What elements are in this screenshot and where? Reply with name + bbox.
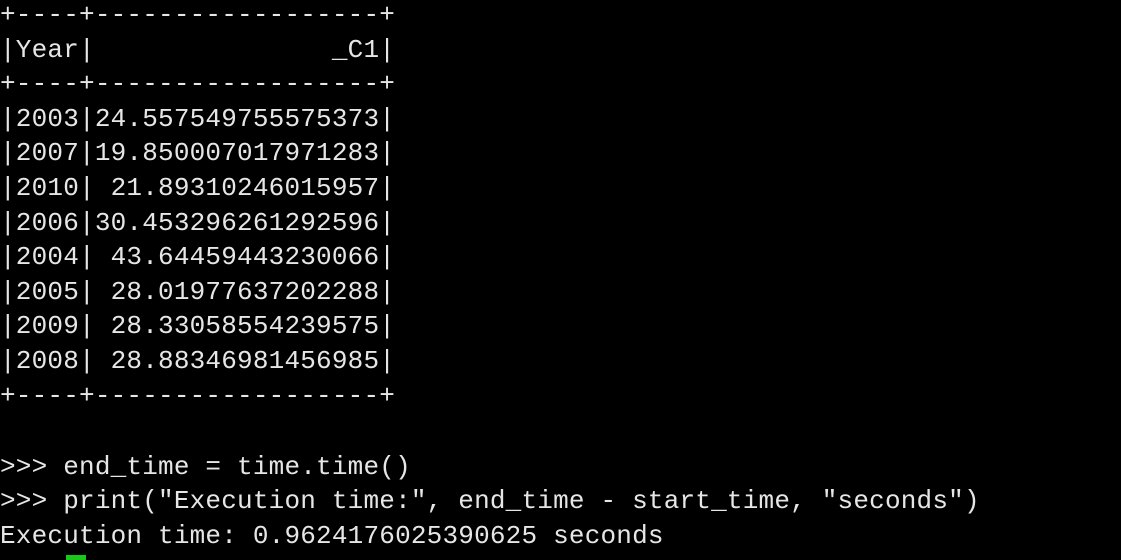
table-row: |2006|30.453296261292596| [0, 207, 396, 238]
table-row: |2010| 21.89310246015957| [0, 172, 396, 203]
table-border-bottom: +----+------------------+ [0, 380, 396, 411]
table-row: |2003|24.557549755575373| [0, 103, 396, 134]
table-row: |2007|19.850007017971283| [0, 138, 396, 169]
result-table: +----+------------------+ |Year| _C1| +-… [0, 0, 1121, 413]
command-line: >>> end_time = time.time() [0, 451, 411, 482]
output-line: Execution time: 0.9624176025390625 secon… [0, 520, 664, 551]
table-border-header: +----+------------------+ [0, 69, 396, 100]
terminal-window[interactable]: +----+------------------+ |Year| _C1| +-… [0, 0, 1121, 560]
table-border-top: +----+------------------+ [0, 0, 396, 30]
table-header: |Year| _C1| [0, 34, 396, 65]
table-row: |2009| 28.33058554239575| [0, 311, 396, 342]
console-output: >>> end_time = time.time() >>> print("Ex… [0, 450, 1121, 554]
text-cursor [66, 555, 86, 560]
table-row: |2008| 28.88346981456985| [0, 345, 396, 376]
command-line: >>> print("Execution time:", end_time - … [0, 486, 980, 517]
table-row: |2005| 28.01977637202288| [0, 276, 396, 307]
table-row: |2004| 43.64459443230066| [0, 242, 396, 273]
